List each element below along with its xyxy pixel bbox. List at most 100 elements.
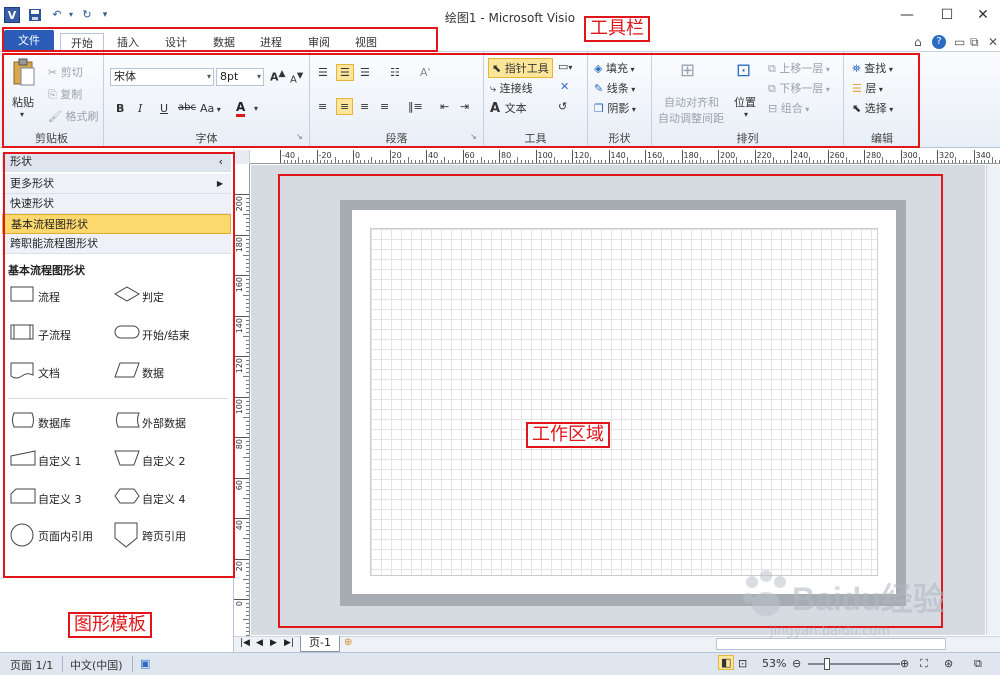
undo-icon[interactable]: ↶ [50, 8, 64, 22]
ruler-minor-tick [918, 157, 920, 163]
redo-icon[interactable]: ↻ [80, 8, 94, 22]
ruler-minor-tick [882, 157, 884, 163]
ruler-minor-tick [798, 160, 800, 163]
ruler-minor-tick [246, 461, 249, 463]
window-restore-small-icon[interactable]: ⧉ [970, 35, 979, 50]
next-page-icon[interactable]: ▶ [270, 638, 277, 648]
undo-dropdown-icon[interactable]: ▾ [64, 8, 78, 22]
ruler-minor-tick [893, 160, 895, 163]
ruler-minor-tick [246, 465, 249, 467]
window-minimize-small-icon[interactable]: ▭ [954, 35, 965, 49]
ruler-tick-label: 40 [428, 151, 439, 160]
normal-view-icon[interactable]: ◧ [718, 655, 735, 670]
help-icon[interactable]: ? [932, 35, 946, 49]
ruler-minor-tick [561, 160, 563, 163]
status-language[interactable]: 中文(中国) [70, 657, 123, 673]
page-tab-1[interactable]: 页-1 [300, 636, 340, 652]
ruler-minor-tick [246, 441, 249, 443]
ruler-minor-tick [246, 287, 249, 289]
ruler-minor-tick [776, 160, 778, 163]
ruler-tick [681, 150, 683, 163]
ruler-minor-tick [991, 157, 993, 163]
first-page-icon[interactable]: |◀ [240, 638, 250, 648]
ruler-minor-tick [246, 291, 249, 293]
fullscreen-view-icon[interactable]: ⊡ [738, 657, 747, 670]
ruler-minor-tick [243, 254, 249, 256]
collapse-ribbon-icon[interactable]: ⌂ [914, 35, 922, 49]
ruler-minor-tick [246, 554, 249, 556]
ruler-minor-tick [685, 160, 687, 163]
pan-zoom-icon[interactable]: ⊛ [944, 657, 953, 670]
status-page-indicator[interactable]: 页面 1/1 [10, 657, 53, 673]
visio-logo[interactable]: V [4, 7, 20, 23]
ruler-minor-tick [812, 160, 814, 163]
customize-qat-icon[interactable]: ▾ [98, 8, 112, 22]
macro-record-icon[interactable]: ▣ [140, 657, 150, 670]
ruler-tick [864, 150, 865, 163]
ruler-minor-tick [831, 160, 833, 163]
ruler-minor-tick [243, 619, 249, 621]
zoom-slider-thumb[interactable] [824, 658, 830, 670]
ruler-tick-label: 220 [756, 151, 772, 160]
ruler-minor-tick [780, 160, 782, 163]
ruler-tick-label: 100 [235, 398, 244, 414]
last-page-icon[interactable]: ▶| [284, 638, 294, 648]
ruler-minor-tick [455, 160, 457, 163]
switch-windows-icon[interactable]: ⧉ [974, 657, 982, 671]
ruler-minor-tick [648, 160, 650, 163]
ruler-tick [234, 437, 249, 438]
ruler-minor-tick [396, 160, 398, 163]
vertical-ruler[interactable]: 200 180 160 140 120 100 80 60 40 20 0 [234, 164, 250, 636]
save-icon[interactable] [28, 8, 42, 22]
ruler-minor-tick [246, 473, 249, 475]
ruler-minor-tick [246, 428, 249, 430]
minimize-button[interactable]: — [892, 4, 922, 26]
ruler-minor-tick [885, 160, 887, 163]
ruler-tick [937, 150, 938, 163]
prev-page-icon[interactable]: ◀ [256, 638, 263, 648]
ruler-minor-tick [586, 160, 588, 163]
ruler-minor-tick [246, 562, 249, 564]
ruler-minor-tick [243, 538, 249, 540]
status-divider [132, 656, 133, 672]
ruler-tick-label: 120 [574, 151, 590, 160]
ruler-minor-tick [969, 160, 971, 163]
ruler-minor-tick [539, 160, 541, 163]
maximize-button[interactable]: ☐ [932, 4, 962, 26]
ruler-minor-tick [553, 157, 555, 163]
ruler-tick-label: 60 [235, 479, 244, 490]
ruler-minor-tick [860, 160, 862, 163]
ruler-minor-tick [246, 493, 249, 495]
ruler-minor-tick [246, 198, 249, 200]
insert-page-icon[interactable]: ⊕ [344, 637, 352, 648]
ruler-minor-tick [309, 160, 311, 163]
zoom-in-icon[interactable]: ⊕ [900, 657, 909, 670]
ruler-minor-tick [670, 160, 672, 163]
ruler-minor-tick [951, 160, 953, 163]
ruler-minor-tick [246, 206, 249, 208]
ruler-minor-tick [246, 372, 249, 374]
ruler-tick [280, 150, 281, 163]
ruler-minor-tick [696, 160, 698, 163]
annotation-stencil-label: 图形模板 [68, 612, 152, 638]
ruler-minor-tick [246, 489, 249, 491]
vertical-scrollbar[interactable] [986, 165, 1000, 635]
ruler-minor-tick [246, 202, 249, 204]
close-button[interactable]: ✕ [968, 4, 998, 26]
horizontal-ruler[interactable]: -40 -20 0 20 40 60 80 100 120 140 160 180 200 220 240 2… [250, 150, 1000, 164]
ruler-tick [234, 234, 249, 236]
ruler-minor-tick [378, 160, 380, 163]
fit-page-icon[interactable]: ⛶ [920, 657, 928, 671]
ruler-minor-tick [246, 542, 249, 544]
zoom-out-icon[interactable]: ⊖ [792, 657, 801, 670]
ruler-tick [900, 150, 902, 163]
ruler-minor-tick [246, 339, 249, 341]
zoom-level[interactable]: 53% [762, 657, 786, 670]
ruler-minor-tick [404, 160, 406, 163]
ruler-minor-tick [246, 388, 249, 390]
ruler-minor-tick [246, 343, 249, 345]
window-close-small-icon[interactable]: ✕ [988, 35, 998, 49]
ruler-minor-tick [977, 160, 979, 163]
zoom-slider-track[interactable] [808, 663, 900, 665]
ruler-minor-tick [582, 160, 584, 163]
